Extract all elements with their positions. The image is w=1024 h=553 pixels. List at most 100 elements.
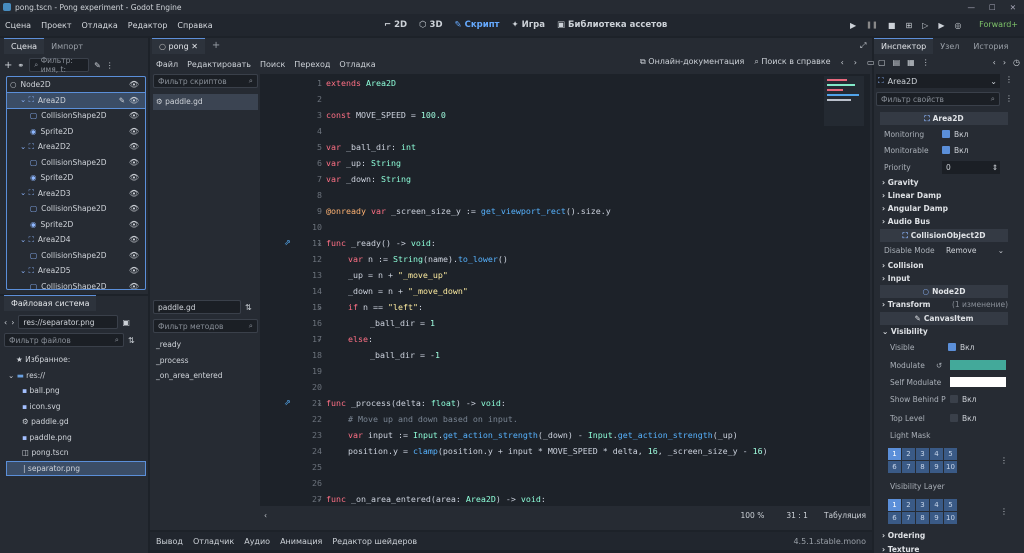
inspected-node-selector[interactable]: ⛶ Area2D ⌄ <box>876 74 1000 88</box>
remote-debug-icon[interactable]: ⊞ <box>905 21 912 30</box>
layer-cell[interactable]: 8 <box>916 512 929 524</box>
layer-cell[interactable]: 3 <box>916 448 929 460</box>
file-item[interactable]: ⚙ paddle.gd <box>6 414 146 430</box>
layer-cell[interactable]: 4 <box>930 448 943 460</box>
layer-cell[interactable]: 7 <box>902 461 915 473</box>
tab-scene[interactable]: Сцена <box>4 38 45 54</box>
renderer-select[interactable]: Forward+ <box>979 20 1018 29</box>
menu-editor[interactable]: Редактор <box>123 21 173 30</box>
tab-node[interactable]: Узел <box>933 39 966 54</box>
visibility-eye-icon[interactable]: 👁︎ <box>129 204 139 213</box>
monitorable-checkbox[interactable] <box>942 146 950 154</box>
scene-tree-node[interactable]: ◉ Sprite2D 👁︎ <box>7 124 145 140</box>
visibility-eye-icon[interactable]: 👁︎ <box>129 127 139 136</box>
bottom-tab-animation[interactable]: Анимация <box>280 537 322 546</box>
priority-spinbox[interactable]: 0 ⇕ <box>942 160 1000 174</box>
file-filter-input[interactable]: Фильтр файлов ⌕ <box>4 333 124 347</box>
group-visibility[interactable]: ⌄ Visibility <box>882 327 928 336</box>
fold-arrow-icon[interactable]: ⌄ <box>316 238 323 247</box>
file-item[interactable]: ▪ paddle.png <box>6 430 146 446</box>
tab-history[interactable]: История <box>966 39 1015 54</box>
file-item[interactable]: ▪ ball.png <box>6 383 146 399</box>
show-behind-checkbox[interactable] <box>950 395 958 403</box>
visibility-eye-icon[interactable]: 👁︎ <box>129 173 139 182</box>
add-node-icon[interactable]: + <box>4 60 12 71</box>
next-script-icon[interactable]: › <box>854 58 857 67</box>
favorites-item[interactable]: ★ Избранное: <box>6 352 146 368</box>
layer-cell[interactable]: 2 <box>902 499 915 511</box>
sort-icon[interactable]: ⇅ <box>128 336 135 345</box>
pause-icon[interactable]: ❚❚ <box>866 21 878 29</box>
visibility-eye-icon[interactable]: 👁︎ <box>129 266 139 275</box>
maximize-icon[interactable]: ☐ <box>989 3 996 12</box>
new-resource-icon[interactable]: ▢ <box>878 58 886 67</box>
visibility-eye-icon[interactable]: 👁︎ <box>129 251 139 260</box>
workspace-script[interactable]: ✎ Скрипт <box>455 20 500 30</box>
visibility-layers[interactable]: 1 2 3 4 5 6 7 8 9 10 <box>888 499 957 524</box>
scene-tree-node[interactable]: ○ Node2D 👁︎ <box>7 77 145 93</box>
visibility-eye-icon[interactable]: 👁︎ <box>129 142 139 151</box>
revert-icon[interactable]: ↺ <box>936 361 950 370</box>
close-icon[interactable]: ✕ <box>1010 3 1016 12</box>
attach-script-icon[interactable]: ✎ <box>94 61 101 70</box>
menu-help[interactable]: Справка <box>172 21 217 30</box>
minimize-icon[interactable]: — <box>967 3 975 12</box>
group-angular-damp[interactable]: › Angular Damp <box>882 204 948 213</box>
modulate-color-swatch[interactable] <box>950 360 1006 370</box>
visibility-layer-menu-icon[interactable]: ⋮ <box>1000 507 1008 516</box>
bottom-tab-shader-editor[interactable]: Редактор шейдеров <box>332 537 417 546</box>
script-menu-file[interactable]: Файл <box>156 60 178 69</box>
visibility-eye-icon[interactable]: 👁︎ <box>129 111 139 120</box>
open-resource-icon[interactable]: ▤ <box>893 58 901 67</box>
layer-cell[interactable]: 5 <box>944 448 957 460</box>
scene-tree-node[interactable]: ▢ CollisionShape2D 👁︎ <box>7 279 145 289</box>
method-filter-input[interactable]: Фильтр методов ⌕ <box>153 319 258 333</box>
layer-cell[interactable]: 7 <box>902 512 915 524</box>
online-docs-link[interactable]: ⧉ Онлайн-документация <box>640 57 744 67</box>
zoom-level[interactable]: 100 % <box>741 511 765 520</box>
visibility-eye-icon[interactable]: 👁︎ <box>129 80 139 89</box>
workspace-game[interactable]: ✦ Игра <box>512 20 546 30</box>
layer-cell[interactable]: 1 <box>888 499 901 511</box>
layer-cell[interactable]: 6 <box>888 461 901 473</box>
scene-tree-node[interactable]: ⌄ ⛶ Area2D4 👁︎ <box>7 232 145 248</box>
scene-tree-node[interactable]: ▢ CollisionShape2D 👁︎ <box>7 108 145 124</box>
fold-arrow-icon[interactable]: ⌄ <box>316 398 323 407</box>
method-item[interactable]: _process <box>153 353 258 369</box>
scene-tree-node[interactable]: ⌄ ⛶ Area2D 👁︎ ✎ <box>7 91 145 109</box>
layer-cell[interactable]: 5 <box>944 499 957 511</box>
group-transform[interactable]: › Transform (1 изменение) <box>882 300 1008 309</box>
toggle-scripts-panel-icon[interactable]: ‹ <box>264 511 267 520</box>
visibility-eye-icon[interactable]: 👁︎ <box>129 235 139 244</box>
forward-icon[interactable]: › <box>11 318 14 327</box>
bottom-tab-output[interactable]: Вывод <box>156 537 183 546</box>
menu-scene[interactable]: Сцена <box>0 21 36 30</box>
fold-arrow-icon[interactable]: ⌄ <box>316 302 323 311</box>
layer-cell[interactable]: 10 <box>944 461 957 473</box>
play-custom-icon[interactable]: ▶ <box>938 21 944 30</box>
group-ordering[interactable]: › Ordering <box>882 531 925 540</box>
tab-import[interactable]: Импорт <box>44 39 90 54</box>
file-item[interactable]: ◫ pong.tscn <box>6 445 146 461</box>
visible-checkbox[interactable] <box>948 343 956 351</box>
object-history-icon[interactable]: ◷ <box>1013 58 1020 67</box>
link-icon[interactable]: ⚭ <box>17 61 24 70</box>
layer-cell[interactable]: 8 <box>916 461 929 473</box>
indent-mode[interactable]: Табуляция <box>824 511 866 520</box>
close-tab-icon[interactable]: ✕ <box>191 42 198 51</box>
scene-tree-node[interactable]: ⌄ ⛶ Area2D3 👁︎ <box>7 186 145 202</box>
prev-script-icon[interactable]: ‹ <box>841 58 844 67</box>
code-minimap[interactable] <box>824 76 864 126</box>
scene-tree[interactable]: ○ Node2D 👁︎ ⌄ ⛶ Area2D 👁︎ ✎ ▢ CollisionShape2D 👁︎… <box>6 76 146 290</box>
method-item[interactable]: _on_area_entered <box>153 368 258 384</box>
visibility-eye-icon[interactable]: 👁︎ <box>129 189 139 198</box>
scene-tree-node[interactable]: ▢ CollisionShape2D 👁︎ <box>7 155 145 171</box>
fold-arrow-icon[interactable]: ⌄ <box>316 334 323 343</box>
play-scene-icon[interactable]: ▷ <box>922 21 928 30</box>
layer-cell[interactable]: 10 <box>944 512 957 524</box>
script-menu-search[interactable]: Поиск <box>260 60 285 69</box>
layer-cell[interactable]: 9 <box>930 512 943 524</box>
sort-icon[interactable]: ⇅ <box>245 303 252 312</box>
layer-cell[interactable]: 2 <box>902 448 915 460</box>
self-modulate-color-swatch[interactable] <box>950 377 1006 387</box>
